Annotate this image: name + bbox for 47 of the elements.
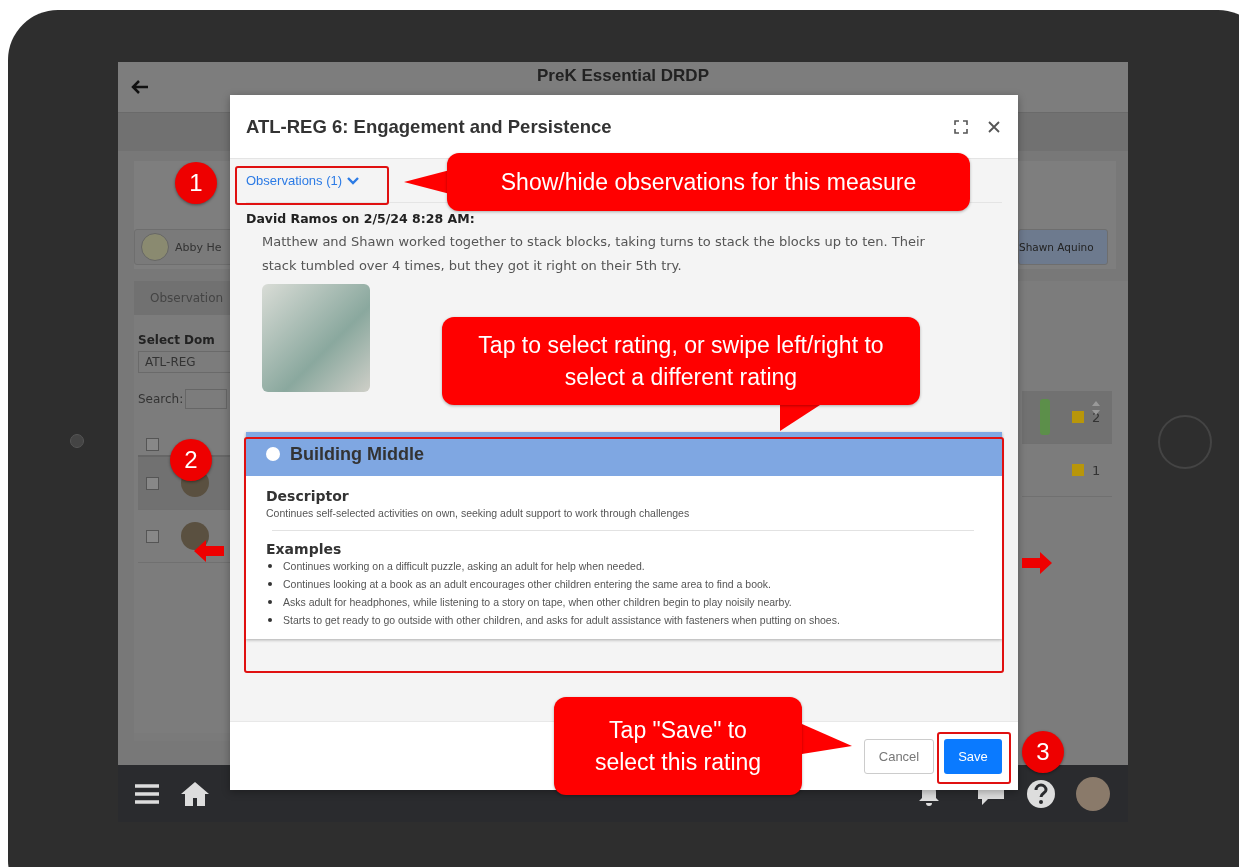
help-icon[interactable] [1026, 778, 1056, 809]
callout-text: Tap "Save" to select this rating [593, 716, 763, 777]
descriptor-text: Continues self-selected activities on own, seeking adult support to work through challenges [266, 506, 691, 521]
callout-text: Tap to select rating, or swipe left/right to select a different rating [477, 331, 885, 392]
note-count: 1 [1092, 462, 1102, 478]
bullet-dot [268, 600, 272, 604]
note-icon [1072, 411, 1084, 423]
callout-text: Show/hide observations for this measure [500, 168, 917, 197]
avatar-icon [141, 233, 169, 261]
examples-heading: Examples [266, 541, 343, 557]
domain-label: Select Dom [138, 333, 216, 347]
dialog-title: ATL-REG 6: Engagement and Persistence [246, 115, 613, 138]
rating-radio[interactable] [266, 447, 280, 461]
student-chip[interactable]: Abby He [134, 229, 230, 265]
example-item: Continues working on a difficult puzzle, asking an adult for help when needed. [283, 559, 645, 574]
observation-text: Matthew and Shawn worked together to stack blocks, taking turns to stack the blocks up to ten. Their stack tumbled over 4 times, but they got it right on their 5th try. [262, 233, 926, 275]
observation-author: David Ramos on 2/5/24 8:28 AM: [246, 211, 476, 226]
menu-icon[interactable] [134, 782, 160, 805]
home-icon[interactable] [180, 780, 210, 807]
rating-card[interactable] [246, 432, 1002, 639]
bullet-dot [268, 564, 272, 568]
select-all-checkbox[interactable] [146, 437, 159, 451]
rating-name: Building Middle [290, 443, 424, 465]
app-title: PreK Essential DRDP [536, 66, 710, 86]
observations-toggle[interactable]: Observations (1) [246, 167, 368, 194]
student-chip[interactable]: Shawn Aquino [1018, 229, 1108, 265]
camera-dot [70, 434, 84, 448]
close-icon[interactable] [988, 120, 1000, 133]
search-label: Search: [138, 392, 184, 406]
row-checkbox[interactable] [146, 529, 159, 543]
save-button[interactable]: Save [944, 738, 1002, 774]
sort-icon[interactable] [1092, 401, 1100, 415]
expand-icon[interactable] [954, 119, 968, 134]
avatar-icon [181, 522, 209, 550]
chevron-down-icon [347, 176, 360, 185]
example-item: Starts to get ready to go outside with other children, and asks for adult assistance with fasteners when putting on shoes. [283, 613, 840, 628]
bullet-dot [268, 582, 272, 586]
row-checkbox[interactable] [146, 476, 159, 490]
example-item: Asks adult for headphones, while listening to a story on tape, when other children begin to play noisily nearby. [283, 595, 792, 610]
right-arrow-icon [1022, 552, 1052, 574]
cancel-button[interactable]: Cancel [864, 738, 934, 774]
user-avatar[interactable] [1076, 776, 1110, 811]
descriptor-heading: Descriptor [266, 488, 350, 504]
search-field[interactable] [185, 389, 228, 409]
example-item: Continues looking at a book as an adult encourages other children entering the same area to find a book. [283, 577, 771, 592]
left-arrow-icon [194, 540, 224, 562]
bullet-dot [268, 618, 272, 622]
